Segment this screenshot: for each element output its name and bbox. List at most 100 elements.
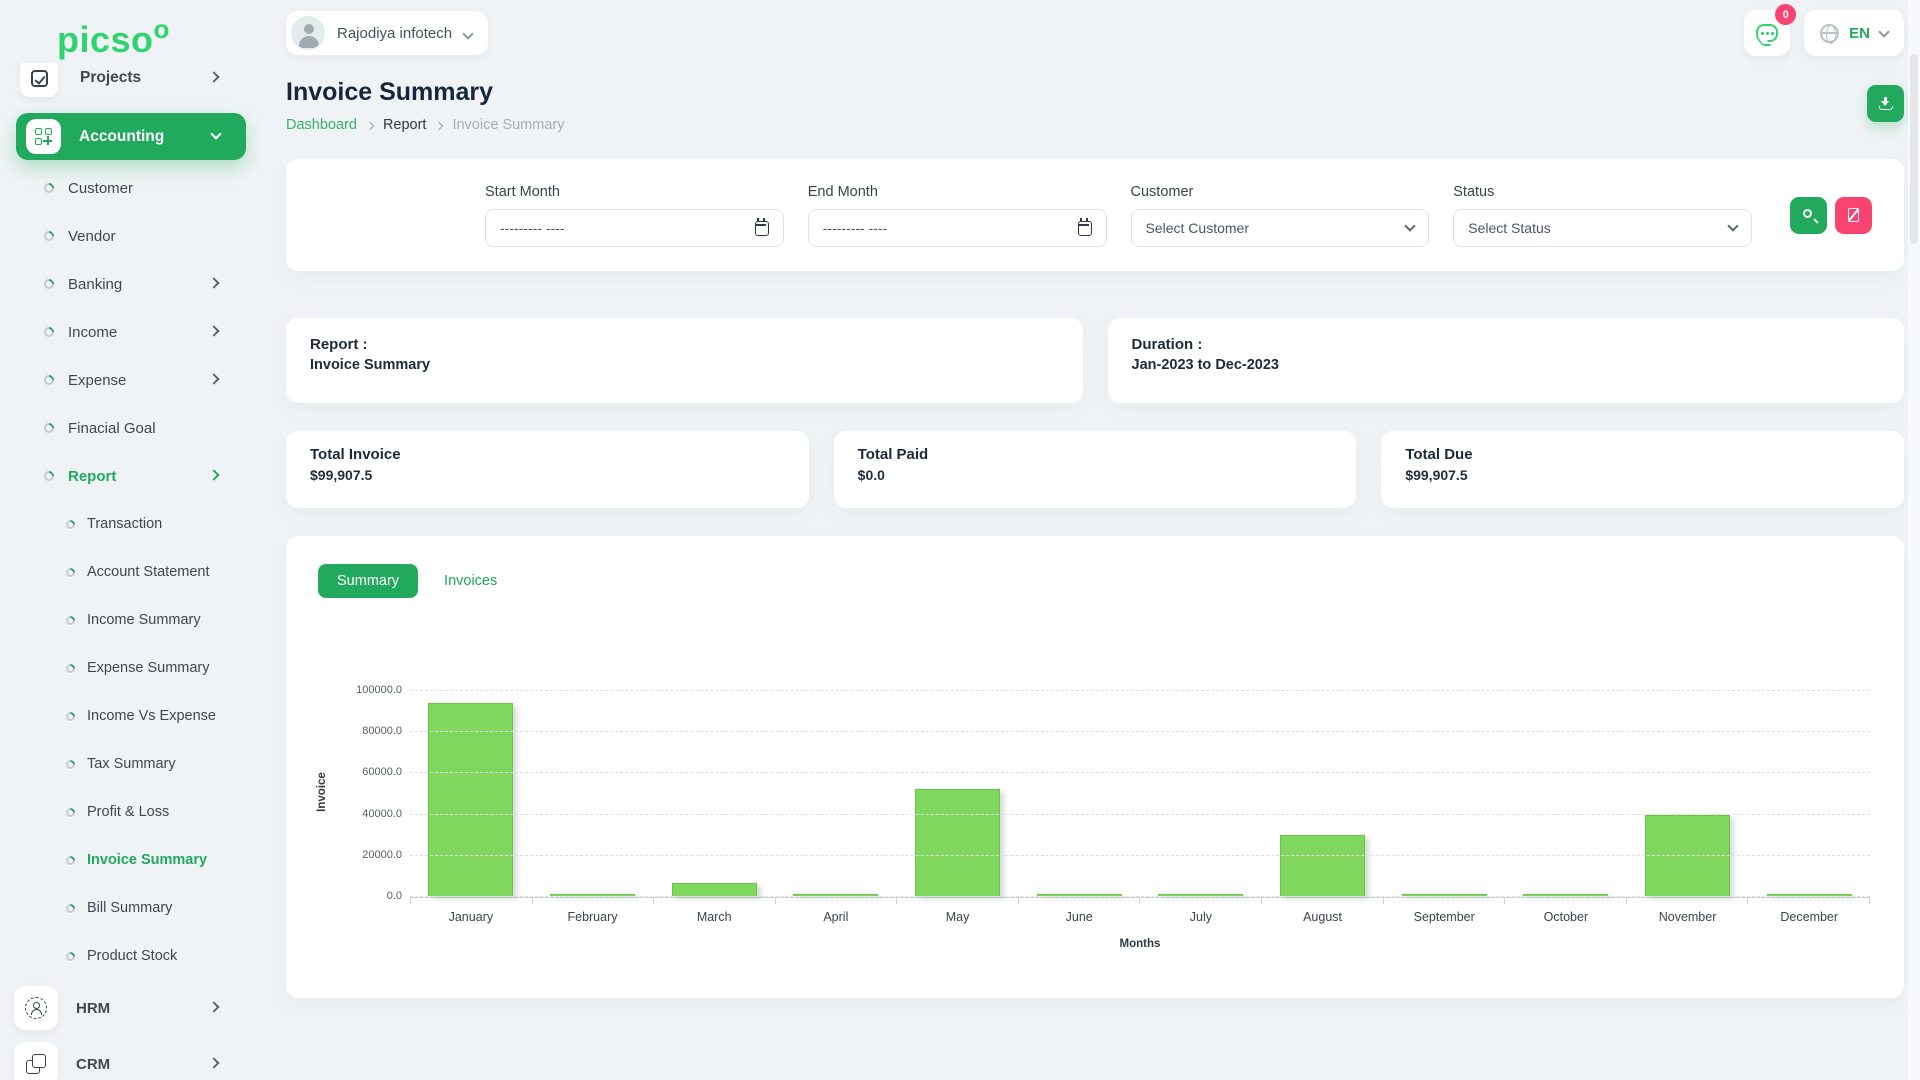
bar-slot — [897, 690, 1019, 896]
end-month-field: End Month --------- ---- — [808, 184, 1107, 247]
sidebar-report-item[interactable]: Tax Summary — [0, 740, 262, 788]
calendar-icon[interactable] — [1078, 221, 1092, 236]
sidebar-report-item-label: Tax Summary — [87, 756, 176, 772]
sidebar-report-item-label: Income Summary — [87, 612, 201, 628]
sidebar-report-item[interactable]: Invoice Summary — [0, 836, 262, 884]
sidebar-report-item[interactable]: Profit & Loss — [0, 788, 262, 836]
sidebar-report-item-label: Profit & Loss — [87, 804, 169, 820]
tab-summary[interactable]: Summary — [318, 564, 418, 598]
sidebar-subitem-label: Customer — [68, 180, 133, 197]
breadcrumb-dashboard-link[interactable]: Dashboard — [286, 117, 357, 133]
total-card-value: $99,907.5 — [310, 467, 785, 483]
bar-slot — [1018, 690, 1140, 896]
totals-row: Total Invoice $99,907.5 Total Paid $0.0 … — [286, 431, 1904, 508]
sidebar-report-item-label: Transaction — [87, 516, 162, 532]
breadcrumb-separator-icon — [435, 121, 443, 129]
status-select[interactable]: Select Status — [1453, 209, 1752, 247]
sidebar-report-item-label: Expense Summary — [87, 660, 210, 676]
total-card-label: Total Paid — [858, 446, 1333, 463]
y-tick-label: 100000.0 — [356, 684, 402, 696]
bars-container — [410, 690, 1870, 896]
invoice-bar[interactable] — [672, 883, 757, 896]
header-actions: 0 EN — [1744, 10, 1904, 56]
brand-logo-sup: o — [154, 14, 170, 44]
sidebar-subitem[interactable]: Customer — [0, 164, 262, 212]
title-row: Invoice Summary Dashboard Report Invoice… — [286, 78, 1904, 133]
start-month-input[interactable]: --------- ---- — [485, 209, 784, 247]
sidebar-report-item[interactable]: Income Vs Expense — [0, 692, 262, 740]
sidebar-subitem[interactable]: Vendor — [0, 212, 262, 260]
bar-slot — [1627, 690, 1749, 896]
calendar-icon[interactable] — [755, 221, 769, 236]
end-month-placeholder: --------- ---- — [823, 220, 888, 236]
sidebar-report-item[interactable]: Expense Summary — [0, 644, 262, 692]
sidebar-item-label: HRM — [76, 1000, 110, 1017]
sidebar-nav: Projects Accounting Customer — [0, 63, 262, 1080]
sidebar-report-item[interactable]: Income Summary — [0, 596, 262, 644]
sidebar-report-item[interactable]: Bill Summary — [0, 884, 262, 932]
sidebar-item-crm[interactable]: CRM — [0, 1036, 262, 1080]
y-tick-label: 60000.0 — [362, 766, 402, 778]
sidebar-report-item-label: Bill Summary — [87, 900, 172, 916]
invoice-bar[interactable] — [915, 789, 1000, 896]
x-axis-month-label: May — [897, 910, 1019, 924]
company-avatar — [291, 16, 325, 50]
gridline — [410, 690, 1870, 691]
plot-area — [410, 690, 1870, 896]
reset-filter-button[interactable] — [1835, 197, 1872, 234]
x-axis-month-label: July — [1140, 910, 1262, 924]
report-info-value: Jan-2023 to Dec-2023 — [1132, 357, 1881, 373]
sidebar-report-item[interactable]: Product Stock — [0, 932, 262, 980]
scrollbar-thumb[interactable] — [1910, 54, 1918, 244]
gridline — [410, 814, 1870, 815]
download-button[interactable] — [1867, 85, 1904, 122]
invoice-bar[interactable] — [1280, 835, 1365, 896]
end-month-input[interactable]: --------- ---- — [808, 209, 1107, 247]
sidebar-report-item[interactable]: Transaction — [0, 500, 262, 548]
chevron-down-icon — [1727, 220, 1738, 231]
sidebar-subitem[interactable]: Banking — [0, 260, 262, 308]
tab-invoices[interactable]: Invoices — [444, 573, 497, 589]
breadcrumb-report-link[interactable]: Report — [383, 117, 427, 133]
projects-icon-box — [20, 63, 58, 97]
sidebar-subitem[interactable]: Income — [0, 308, 262, 356]
x-axis-labels: JanuaryFebruaryMarchAprilMayJuneJulyAugu… — [410, 910, 1870, 924]
customer-select[interactable]: Select Customer — [1131, 209, 1430, 247]
total-card-label: Total Invoice — [310, 446, 785, 463]
bar-slot — [775, 690, 897, 896]
sidebar-subitem[interactable]: Finacial Goal — [0, 404, 262, 452]
bar-slot — [653, 690, 775, 896]
sidebar-item-accounting[interactable]: Accounting — [16, 113, 246, 160]
sidebar-report-item[interactable]: Account Statement — [0, 548, 262, 596]
x-axis-row: JanuaryFebruaryMarchAprilMayJuneJulyAugu… — [318, 896, 1870, 950]
title-block: Invoice Summary Dashboard Report Invoice… — [286, 78, 564, 133]
chevron-down-icon — [210, 128, 221, 139]
accounting-icon-box — [26, 119, 61, 154]
breadcrumb-current: Invoice Summary — [452, 117, 564, 133]
brand-logo[interactable]: picsoo — [57, 14, 262, 61]
sidebar-subitem-label: Banking — [68, 276, 122, 293]
company-selector[interactable]: Rajodiya infotech — [286, 11, 488, 55]
breadcrumb-separator-icon — [366, 121, 374, 129]
apply-filter-button[interactable] — [1790, 197, 1827, 234]
accounting-grid-icon — [35, 128, 52, 145]
x-axis-month-label: October — [1505, 910, 1627, 924]
x-axis-month-label: August — [1262, 910, 1384, 924]
sidebar-subitem[interactable]: Expense — [0, 356, 262, 404]
start-month-field: Start Month --------- ---- — [485, 184, 784, 247]
page-scrollbar[interactable] — [1908, 0, 1920, 1080]
bullet-icon — [64, 902, 77, 915]
sidebar-subitem-label: Report — [68, 468, 116, 485]
y-tick-label: 0.0 — [387, 890, 402, 902]
bar-slot — [1383, 690, 1505, 896]
sidebar-subitem[interactable]: Report — [0, 452, 262, 500]
sidebar-item-projects[interactable]: Projects — [0, 63, 262, 103]
bar-slot — [1748, 690, 1870, 896]
sidebar-item-hrm[interactable]: HRM — [0, 980, 262, 1036]
gridline — [410, 896, 1870, 897]
y-tick-label: 20000.0 — [362, 849, 402, 861]
sidebar-subitem-label: Expense — [68, 372, 126, 389]
language-selector[interactable]: EN — [1804, 10, 1904, 56]
hrm-icon-box — [14, 986, 58, 1030]
messages-button[interactable]: 0 — [1744, 10, 1790, 56]
